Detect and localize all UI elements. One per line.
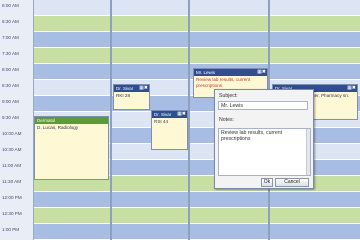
time-slot[interactable] xyxy=(190,208,268,224)
time-slot[interactable] xyxy=(112,64,188,80)
time-slot[interactable] xyxy=(34,224,110,240)
appointment-body: D. Lucas, Radiology xyxy=(37,125,79,130)
ok-button[interactable]: Ok xyxy=(261,178,273,187)
time-slot[interactable] xyxy=(270,208,360,224)
subject-field[interactable]: Mr. Lewis xyxy=(218,101,308,110)
appointment[interactable]: Dermatol D. Lucas, Radiology xyxy=(34,116,109,180)
time-label: 10:30 AM xyxy=(2,147,22,152)
appointment-title: Dr. Sivar xyxy=(116,86,134,91)
time-slot[interactable] xyxy=(270,32,360,48)
time-slot[interactable] xyxy=(112,160,188,176)
time-slot[interactable] xyxy=(34,16,110,32)
time-label: 7:30 AM xyxy=(2,51,19,56)
appointment-header: Dr. Sivar ▦✖ xyxy=(114,85,149,92)
appointment-actions: ▦✖ xyxy=(347,85,356,92)
appointment-header: Mr. Lewis ▦✖ xyxy=(194,69,267,76)
notes-label: Notes: xyxy=(219,117,234,123)
time-label: 11:00 AM xyxy=(2,163,22,168)
time-slot[interactable] xyxy=(34,80,110,96)
time-slot[interactable] xyxy=(34,192,110,208)
appointment[interactable]: Dr. Sivar ▦✖ RSI 44 xyxy=(151,110,188,150)
time-slot[interactable] xyxy=(34,32,110,48)
close-icon[interactable]: ✖ xyxy=(182,111,186,117)
time-label: 8:30 AM xyxy=(2,83,19,88)
time-label: 8:00 AM xyxy=(2,67,19,72)
time-slot[interactable] xyxy=(112,32,188,48)
appointment-actions: ▦✖ xyxy=(177,111,186,118)
time-label: 12:30 PM xyxy=(2,211,22,216)
time-slot[interactable] xyxy=(112,224,188,240)
time-slot[interactable] xyxy=(112,0,188,16)
appointment[interactable]: Dr. Sivar ▦✖ RKI 28 xyxy=(113,84,150,110)
appointment-title: Mr. Lewis xyxy=(196,70,216,75)
time-slot[interactable] xyxy=(270,64,360,80)
time-slot[interactable] xyxy=(270,0,360,16)
time-slot[interactable] xyxy=(190,0,268,16)
time-slot[interactable] xyxy=(270,48,360,64)
time-slot[interactable] xyxy=(34,0,110,16)
time-slot[interactable] xyxy=(270,16,360,32)
appointment-actions: ▦✖ xyxy=(257,69,266,76)
time-label: 11:30 AM xyxy=(2,179,22,184)
appointment-body: Review lab results, current prescription… xyxy=(196,77,251,88)
time-slot[interactable] xyxy=(190,32,268,48)
subject-label: Subject: xyxy=(219,93,238,99)
appointment-title: Dr. Sivar xyxy=(154,112,172,117)
time-slot[interactable] xyxy=(190,16,268,32)
appointment-body: RKI 28 xyxy=(116,93,131,98)
time-label: 12:00 PM xyxy=(2,195,22,200)
time-slot[interactable] xyxy=(112,48,188,64)
time-slot[interactable] xyxy=(190,192,268,208)
appointment-header: Dr. Sivar ▦✖ xyxy=(152,111,187,118)
time-label: 6:30 AM xyxy=(2,19,19,24)
notes-scrollbar[interactable] xyxy=(306,129,310,175)
time-label: 10:00 AM xyxy=(2,131,22,136)
cancel-button[interactable]: Cancel xyxy=(275,178,309,187)
appointment-header: Dermatol xyxy=(35,117,108,124)
time-label: 7:00 AM xyxy=(2,35,19,40)
time-slot[interactable] xyxy=(112,208,188,224)
time-slot[interactable] xyxy=(34,64,110,80)
time-label: 9:30 AM xyxy=(2,115,19,120)
appointment-actions: ▦✖ xyxy=(139,85,148,92)
time-slot[interactable] xyxy=(190,48,268,64)
time-slot[interactable] xyxy=(190,224,268,240)
close-icon[interactable]: ✖ xyxy=(262,69,266,75)
close-icon[interactable]: ✖ xyxy=(352,85,356,91)
close-icon[interactable]: ✖ xyxy=(144,85,148,91)
time-slot[interactable] xyxy=(34,48,110,64)
time-label: 1:00 PM xyxy=(2,227,20,232)
appointment-editor-popup: Subject: Mr. Lewis Notes: Review lab res… xyxy=(214,89,314,189)
time-label: 6:00 AM xyxy=(2,3,19,8)
notes-field[interactable]: Review lab results, current prescription… xyxy=(218,128,311,176)
time-slot[interactable] xyxy=(112,192,188,208)
appointment-body: RSI 44 xyxy=(154,119,169,124)
time-slot[interactable] xyxy=(112,16,188,32)
time-slot[interactable] xyxy=(34,208,110,224)
time-slot[interactable] xyxy=(270,192,360,208)
time-label: 9:00 AM xyxy=(2,99,19,104)
time-slot[interactable] xyxy=(34,96,110,112)
time-slot[interactable] xyxy=(270,224,360,240)
time-slot[interactable] xyxy=(112,176,188,192)
notes-text: Review lab results, current prescription… xyxy=(221,130,283,143)
time-column: 6:00 AM 6:30 AM 7:00 AM 7:30 AM 8:00 AM … xyxy=(0,0,34,240)
